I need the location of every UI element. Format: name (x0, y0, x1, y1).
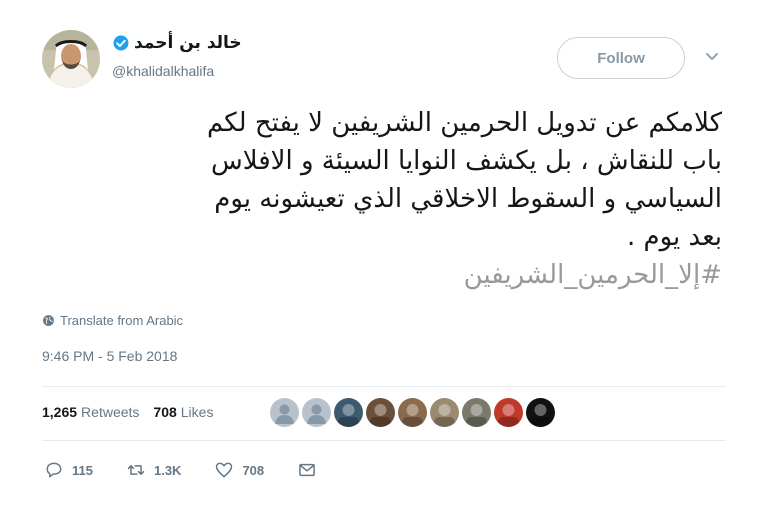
author-name-text: خالد بن أحمد (134, 33, 242, 53)
liker-avatar-icon[interactable] (526, 398, 555, 427)
author-display-name[interactable]: خالد بن أحمد (112, 33, 242, 53)
tweet-text: كلامكم عن تدويل الحرمين الشريفين لا يفتح… (60, 104, 722, 294)
reply-icon (46, 462, 62, 478)
likes-count: 708 (153, 404, 177, 420)
verified-badge-icon (113, 35, 129, 51)
translate-link[interactable]: Translate from Arabic (42, 313, 183, 328)
tweet-actions: 115 1.3K 708 (44, 460, 350, 480)
liker-avatar-icon[interactable] (334, 398, 363, 427)
retweets-stat[interactable]: 1,265 Retweets (42, 404, 139, 420)
envelope-icon (299, 463, 315, 477)
like-count: 708 (242, 462, 265, 478)
divider (42, 386, 726, 387)
tweet-text-line: كلامكم عن تدويل الحرمين الشريفين لا يفتح… (207, 108, 722, 138)
retweets-count: 1,265 (42, 404, 78, 420)
translate-label: Translate from Arabic (60, 313, 184, 328)
default-avatar-icon[interactable] (302, 398, 331, 427)
follow-button[interactable]: Follow (557, 37, 685, 79)
tweet-text-line: باب للنقاش ، بل يكشف النوايا السيئة و ال… (210, 146, 722, 176)
globe-icon (43, 315, 54, 326)
divider (42, 440, 726, 441)
user-avatar-icon (42, 30, 100, 88)
liker-avatar-icon[interactable] (462, 398, 491, 427)
likes-stat[interactable]: 708 Likes (153, 404, 213, 420)
tweet-text-line: بعد يوم . (627, 222, 722, 252)
reply-button[interactable]: 115 (44, 460, 93, 480)
like-button[interactable]: 708 (214, 460, 264, 480)
heart-icon (216, 462, 233, 478)
likers-avatars (270, 398, 555, 427)
chevron-down-icon[interactable] (705, 52, 719, 62)
liker-avatar-icon[interactable] (366, 398, 395, 427)
likes-label: Likes (180, 404, 214, 420)
hashtag-link[interactable]: #إلا_الحرمين_الشريفين (60, 256, 722, 294)
liker-avatar-icon[interactable] (398, 398, 427, 427)
author-avatar[interactable] (42, 30, 100, 88)
liker-avatar-icon[interactable] (430, 398, 459, 427)
direct-message-button[interactable] (297, 460, 317, 480)
liker-avatar-icon[interactable] (494, 398, 523, 427)
reply-count: 115 (72, 462, 93, 478)
tweet-text-line: السياسي و السقوط الاخلاقي الذي تعيشونه ي… (214, 184, 722, 214)
tweet-timestamp[interactable]: 9:46 PM - 5 Feb 2018 (42, 348, 177, 364)
retweet-count: 1.3K (153, 462, 182, 478)
engagement-stats: 1,265 Retweets 708 Likes (42, 404, 213, 420)
default-avatar-icon[interactable] (270, 398, 299, 427)
retweet-button[interactable]: 1.3K (126, 460, 181, 480)
retweet-icon (127, 465, 145, 475)
retweets-label: Retweets (81, 404, 140, 420)
author-handle[interactable]: @khalidalkhalifa (112, 63, 214, 79)
